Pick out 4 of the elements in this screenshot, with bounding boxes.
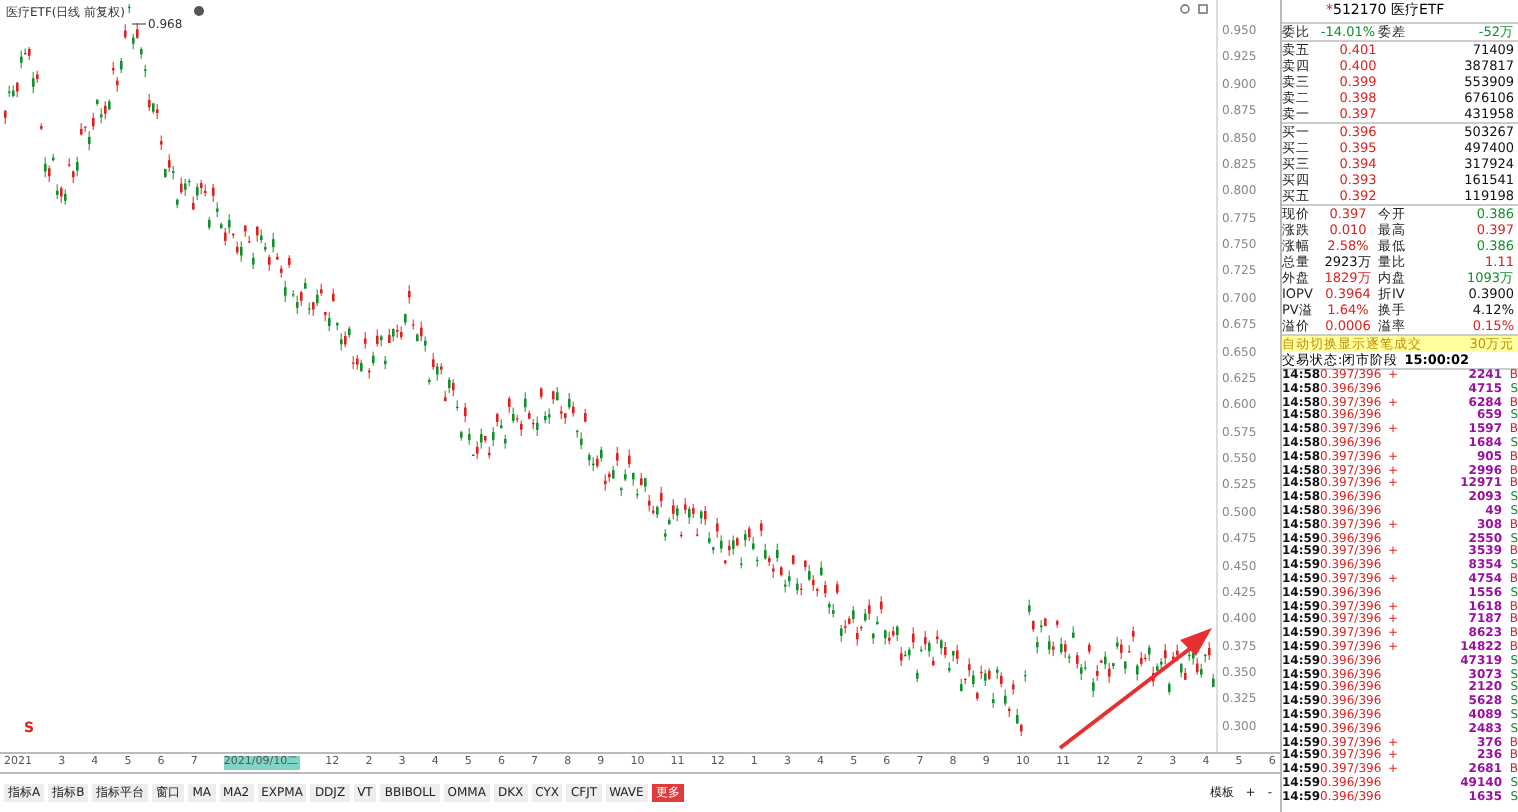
leader-line: [131, 23, 147, 25]
square-icon[interactable]: [1198, 4, 1208, 14]
info-icon[interactable]: [194, 6, 204, 16]
circle-icon[interactable]: [1180, 4, 1190, 14]
